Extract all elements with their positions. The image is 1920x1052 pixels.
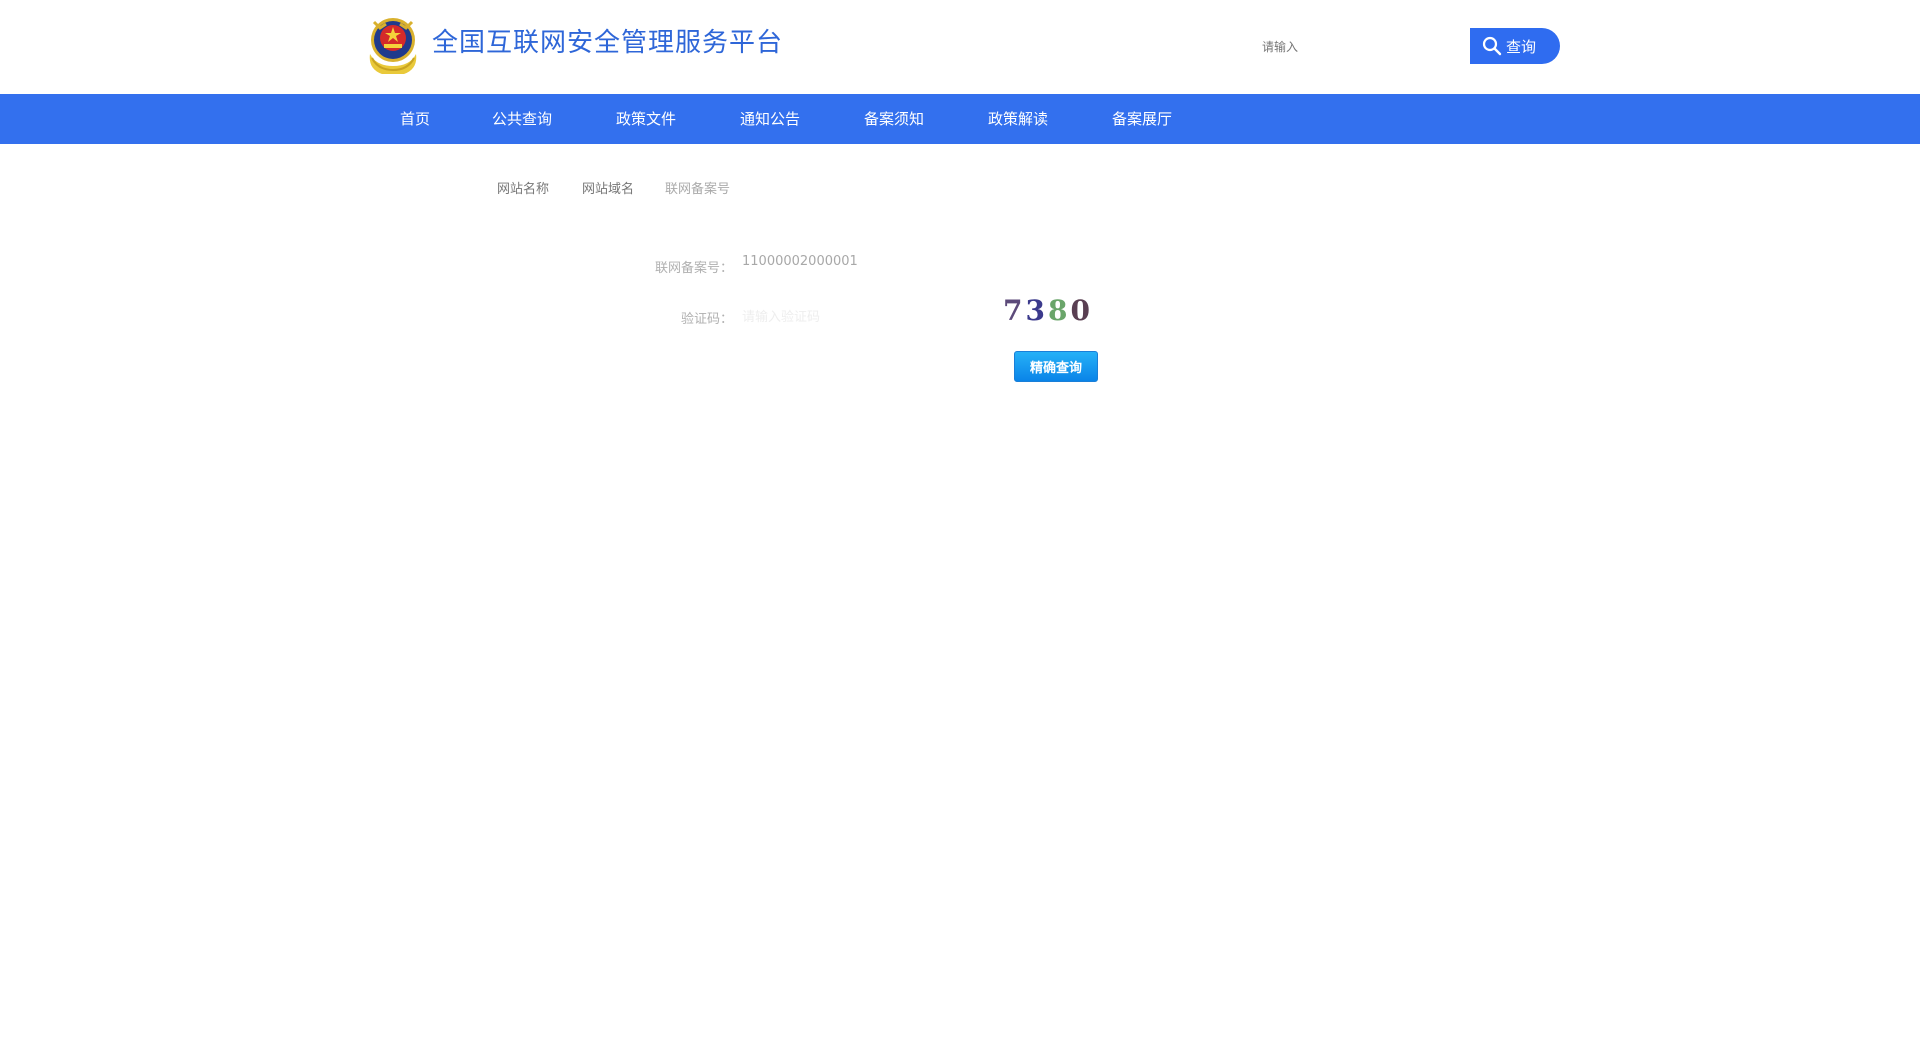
nav-item-public-query[interactable]: 公共查询 [492, 94, 552, 144]
tab-site-name[interactable]: 网站名称 [497, 178, 549, 197]
captcha-label: 验证码： [680, 312, 733, 327]
page-header: 全国互联网安全管理服务平台 查询 [0, 0, 1920, 94]
nav-item-notices[interactable]: 通知公告 [740, 94, 800, 144]
nav-item-filing-guide[interactable]: 备案须知 [864, 94, 924, 144]
nav-item-policy-files[interactable]: 政策文件 [616, 94, 676, 144]
captcha-digit: 8 [1047, 294, 1068, 327]
precise-query-button[interactable]: 精确查询 [1014, 351, 1098, 382]
search-button[interactable]: 查询 [1470, 28, 1560, 64]
captcha-digit: 0 [1070, 294, 1090, 327]
captcha-digit: 3 [1025, 294, 1045, 327]
search-icon [1482, 36, 1502, 56]
record-number-value[interactable]: 11000002000001 [742, 254, 858, 269]
tab-site-domain[interactable]: 网站域名 [582, 178, 634, 197]
search-input[interactable] [1262, 38, 1462, 56]
site-title: 全国互联网安全管理服务平台 [432, 28, 784, 58]
captcha-input[interactable] [742, 306, 982, 328]
nav-item-filing-showcase[interactable]: 备案展厅 [1112, 94, 1172, 144]
nav-item-policy-interpretation[interactable]: 政策解读 [988, 94, 1048, 144]
search-button-label: 查询 [1506, 37, 1537, 56]
record-number-label: 联网备案号： [654, 261, 733, 276]
tab-record-number[interactable]: 联网备案号 [665, 178, 730, 197]
query-tabs: 网站名称 网站域名 联网备案号 [0, 178, 1920, 198]
police-emblem-logo [364, 14, 422, 76]
main-nav: 首页 公共查询 政策文件 通知公告 备案须知 政策解读 备案展厅 [0, 94, 1920, 144]
nav-item-home[interactable]: 首页 [400, 94, 430, 144]
captcha-image[interactable]: 7380 [1003, 294, 1090, 328]
captcha-digit: 7 [1003, 294, 1023, 327]
